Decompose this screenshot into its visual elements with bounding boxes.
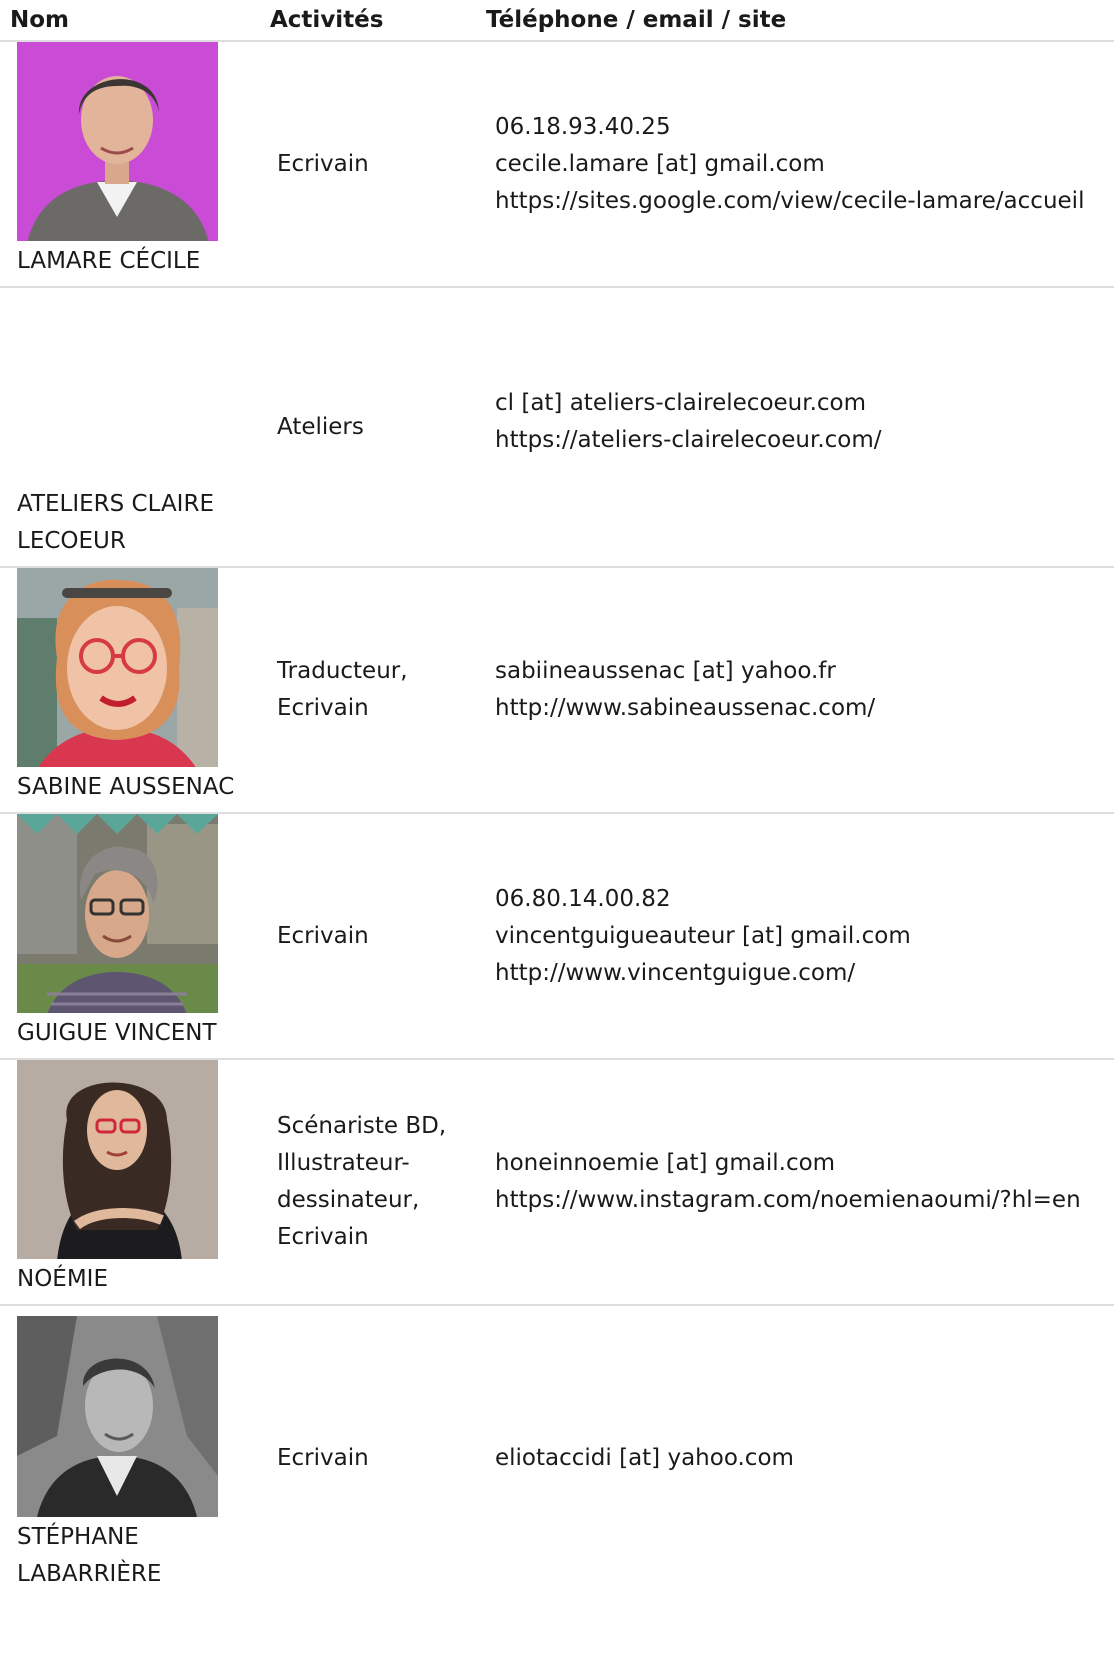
author-photo[interactable] — [17, 814, 218, 1013]
email-text: honeinnoemie [at] gmail.com — [495, 1150, 836, 1176]
email-text: eliotaccidi [at] yahoo.com — [495, 1445, 794, 1471]
website-link[interactable]: https://ateliers-clairelecoeur.com/ — [495, 422, 1114, 459]
author-name-line: LABARRIÈRE — [17, 1561, 162, 1587]
activity-line: Ateliers — [277, 413, 364, 440]
author-name-line: ATELIERS CLAIRE — [17, 491, 214, 517]
author-name: NOÉMIE — [17, 1266, 109, 1292]
email-text: cecile.lamare [at] gmail.com — [495, 150, 825, 177]
author-photo[interactable] — [17, 1316, 218, 1517]
column-header-activites[interactable]: Activités — [270, 7, 486, 33]
activity-line: Ecrivain — [277, 1224, 369, 1250]
author-photo[interactable] — [17, 42, 218, 241]
activity-line: Illustrateur- — [277, 1150, 410, 1176]
contact-cell: sabiineaussenac [at] yahoo.fr http://www… — [486, 568, 1114, 812]
author-name-line: LECOEUR — [17, 528, 126, 554]
author-name-line: STÉPHANE — [17, 1524, 139, 1550]
activity-cell: Ecrivain — [270, 1306, 486, 1606]
email-text: sabiineaussenac [at] yahoo.fr — [495, 658, 836, 684]
contact-cell: eliotaccidi [at] yahoo.com — [486, 1306, 1114, 1606]
website-link[interactable]: https://sites.google.com/view/cecile-lam… — [495, 183, 1114, 220]
author-photo[interactable] — [17, 1060, 218, 1259]
activity-line: Ecrivain — [277, 695, 369, 721]
author-name: STÉPHANE LABARRIÈRE — [17, 1519, 270, 1593]
phone-text: 06.18.93.40.25 — [495, 113, 671, 140]
contact-cell: cl [at] ateliers-clairelecoeur.com https… — [486, 288, 1114, 566]
activity-cell: Scénariste BD, Illustrateur- dessinateur… — [270, 1060, 486, 1304]
phone-text: 06.80.14.00.82 — [495, 885, 671, 912]
name-cell: SABINE AUSSENAC — [0, 568, 270, 812]
activity-line: dessinateur, — [277, 1187, 420, 1213]
email-text: cl [at] ateliers-clairelecoeur.com — [495, 390, 867, 416]
column-header-contact[interactable]: Téléphone / email / site — [486, 7, 1114, 33]
table-row: SABINE AUSSENAC Traducteur, Ecrivain sab… — [0, 568, 1114, 814]
table-row: ATELIERS CLAIRE LECOEUR Ateliers cl [at]… — [0, 288, 1114, 568]
author-name: ATELIERS CLAIRE LECOEUR — [17, 486, 270, 560]
author-name: LAMARE CÉCILE — [17, 248, 201, 274]
author-name: GUIGUE VINCENT — [17, 1020, 217, 1046]
authors-table: Nom Activités Téléphone / email / site L… — [0, 0, 1114, 1606]
website-link[interactable]: http://www.vincentguigue.com/ — [495, 955, 1114, 992]
contact-cell: 06.80.14.00.82 vincentguigueauteur [at] … — [486, 814, 1114, 1058]
table-row: LAMARE CÉCILE Ecrivain 06.18.93.40.25 ce… — [0, 42, 1114, 288]
name-cell: GUIGUE VINCENT — [0, 814, 270, 1058]
website-link[interactable]: https://www.instagram.com/noemienaoumi/?… — [495, 1182, 1114, 1219]
activity-cell: Ecrivain — [270, 42, 486, 286]
table-row: NOÉMIE Scénariste BD, Illustrateur- dess… — [0, 1060, 1114, 1306]
contact-cell: honeinnoemie [at] gmail.com https://www.… — [486, 1060, 1114, 1304]
activity-cell: Ateliers — [270, 288, 486, 566]
table-row: STÉPHANE LABARRIÈRE Ecrivain eliotaccidi… — [0, 1306, 1114, 1606]
table-header: Nom Activités Téléphone / email / site — [0, 0, 1114, 42]
name-cell: STÉPHANE LABARRIÈRE — [0, 1306, 270, 1606]
activity-cell: Ecrivain — [270, 814, 486, 1058]
column-header-nom[interactable]: Nom — [0, 7, 270, 33]
name-cell: ATELIERS CLAIRE LECOEUR — [0, 288, 270, 566]
email-text: vincentguigueauteur [at] gmail.com — [495, 922, 911, 949]
activity-line: Ecrivain — [277, 922, 369, 949]
name-cell: NOÉMIE — [0, 1060, 270, 1304]
activity-line: Traducteur, — [277, 658, 408, 684]
activity-cell: Traducteur, Ecrivain — [270, 568, 486, 812]
website-link[interactable]: http://www.sabineaussenac.com/ — [495, 690, 1114, 727]
activity-line: Scénariste BD, — [277, 1113, 447, 1139]
activity-line: Ecrivain — [277, 1445, 369, 1471]
name-cell: LAMARE CÉCILE — [0, 42, 270, 286]
author-photo[interactable] — [17, 568, 218, 767]
author-name: SABINE AUSSENAC — [17, 774, 235, 800]
table-row: GUIGUE VINCENT Ecrivain 06.80.14.00.82 v… — [0, 814, 1114, 1060]
contact-cell: 06.18.93.40.25 cecile.lamare [at] gmail.… — [486, 42, 1114, 286]
activity-line: Ecrivain — [277, 150, 369, 177]
